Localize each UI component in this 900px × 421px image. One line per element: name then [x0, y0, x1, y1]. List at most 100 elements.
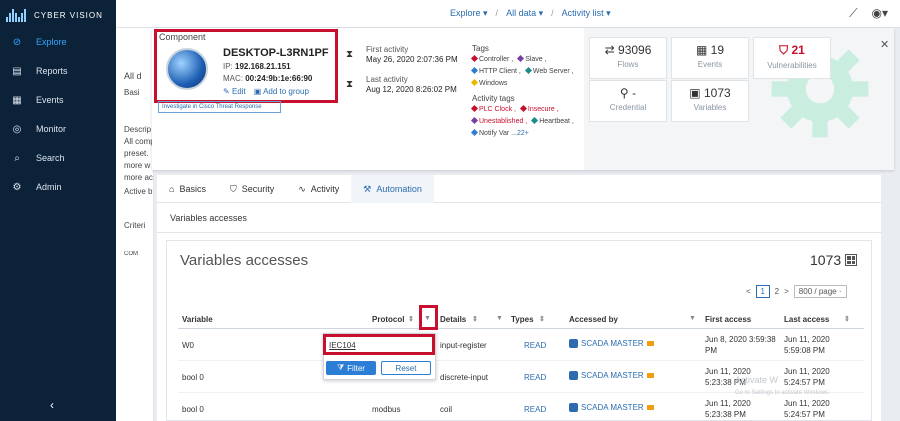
all-data-menu[interactable]: All data ▾ [506, 8, 543, 19]
activity-tag: PLC Clock , [470, 104, 516, 113]
device-icon [569, 403, 578, 412]
accessed-by-link[interactable]: SCADA MASTER [569, 339, 654, 348]
sidebar-item-search[interactable]: ⌕ Search [0, 146, 116, 170]
brand: CYBER VISION [6, 7, 112, 23]
tag: Windows [470, 78, 507, 87]
tag: Controller , [470, 54, 513, 63]
activity-tags-heading: Activity tags [472, 94, 515, 103]
activity-list-menu[interactable]: Activity list ▾ [562, 8, 611, 19]
sort-icon[interactable]: ⇕ [408, 315, 414, 323]
column-header[interactable]: Last access [784, 315, 829, 324]
column-header[interactable]: Protocol [372, 315, 404, 324]
sidebar-item-label: Admin [36, 182, 62, 192]
sidebar-item-label: Monitor [36, 124, 67, 134]
tag: HTTP Client , [470, 66, 521, 75]
tab-security[interactable]: ⛉ Security [218, 175, 286, 203]
filter-icon[interactable]: ▼ [689, 315, 696, 322]
shield-icon: ⛉ [229, 183, 237, 194]
filter-icon[interactable]: ▼ [496, 315, 503, 322]
home-icon: ⌂ [169, 184, 175, 194]
device-icon [569, 371, 578, 380]
column-header[interactable]: Variable [182, 315, 213, 324]
shield-icon: ⛉ [779, 43, 789, 57]
tab-activity[interactable]: ∿ Activity [286, 175, 351, 203]
activity-tag: Insecure , [519, 104, 559, 113]
tab-automation[interactable]: ⚒ Automation [351, 175, 434, 203]
sidebar-item-admin[interactable]: ⚙ Admin [0, 175, 116, 199]
flag-icon [646, 341, 654, 346]
reset-filter-button[interactable]: Reset [381, 361, 431, 375]
flows-icon: ⇄ [604, 43, 615, 57]
sort-icon[interactable]: ⇕ [472, 315, 478, 323]
sort-icon[interactable]: ⇕ [844, 315, 850, 323]
sidebar-item-label: Reports [36, 66, 68, 76]
monitor-icon: ◎ [12, 123, 22, 135]
bg-text: Descrip [124, 125, 152, 134]
page-1-button[interactable]: 1 [755, 285, 770, 298]
close-icon[interactable]: ✕ [880, 38, 889, 51]
column-header[interactable]: Details [440, 315, 466, 324]
sidebar-item-explore[interactable]: ⊘ Explore [0, 30, 116, 54]
collapse-sidebar-button[interactable]: ‹ [50, 398, 54, 412]
accessed-by-link[interactable]: SCADA MASTER [569, 371, 654, 380]
funnel-icon: ⧩ [337, 363, 345, 372]
bg-text: All comp [124, 137, 154, 146]
sidebar-item-events[interactable]: ▦ Events [0, 88, 116, 112]
calendar-icon: ▦ [695, 43, 708, 57]
bg-text: Criteri [124, 221, 146, 230]
column-header[interactable]: Accessed by [569, 315, 618, 324]
top-icons: ⟋ ◉▾ [849, 6, 888, 21]
accessed-by-link[interactable]: SCADA MASTER [569, 403, 654, 412]
chart-icon[interactable]: ⟋ [849, 6, 857, 21]
prev-page-button[interactable]: < [746, 287, 751, 296]
sort-icon[interactable]: ⇕ [539, 315, 545, 323]
key-icon: ⚲ [619, 86, 629, 100]
flows-stat[interactable]: ⇄ 93096 Flows [589, 37, 667, 79]
tag: Web Server , [524, 66, 574, 75]
page-size-select[interactable]: 800 / page · [793, 285, 847, 298]
table-row[interactable]: W0 input-register READ SCADA MASTER Jun … [178, 329, 864, 361]
activity-tag: Notify Var ...22+ [470, 128, 529, 137]
flag-icon [646, 405, 654, 410]
next-page-button[interactable]: > [784, 287, 789, 296]
more-tags-link[interactable]: 22+ [517, 130, 529, 137]
page-2-button[interactable]: 2 [775, 287, 779, 296]
compass-icon: ⊘ [12, 36, 22, 48]
calendar-icon: ▦ [12, 94, 22, 106]
tab-basics[interactable]: ⌂ Basics [157, 175, 218, 203]
column-header[interactable]: Types [511, 315, 534, 324]
events-stat[interactable]: ▦ 19 Events [671, 37, 749, 79]
bg-text: COM [124, 251, 138, 257]
card-count: 1073 [810, 252, 858, 268]
sidebar-item-reports[interactable]: ▤ Reports [0, 59, 116, 83]
investigate-button[interactable]: Investigate in Cisco Threat Response [158, 101, 281, 113]
vulnerabilities-stat[interactable]: ⛉ 21 Vulnerabilities [753, 37, 831, 79]
apply-filter-button[interactable]: ⧩ Filter [326, 361, 376, 375]
protocol-filter-input[interactable] [329, 339, 429, 351]
bg-text: All d [124, 71, 142, 81]
user-icon[interactable]: ◉▾ [872, 6, 889, 21]
sidebar-item-monitor[interactable]: ◎ Monitor [0, 117, 116, 141]
device-icon [569, 339, 578, 348]
app-title: CYBER VISION [34, 10, 103, 20]
tag: Slave , [517, 54, 547, 63]
sidebar: CYBER VISION ⊘ Explore ▤ Reports ▦ Event… [0, 0, 116, 421]
column-header[interactable]: First access [705, 315, 751, 324]
credential-stat[interactable]: ⚲ - Credential [589, 80, 667, 122]
pagination: < 1 2 > 800 / page · [746, 285, 847, 298]
search-icon: ⌕ [14, 152, 20, 164]
activity-icon: ∿ [298, 183, 306, 194]
bg-text: more w [124, 161, 151, 170]
explore-menu[interactable]: Explore ▾ [450, 8, 488, 19]
breadcrumb-separator: / [551, 8, 554, 18]
tags-heading: Tags [472, 44, 489, 53]
section-subtitle: Variables accesses [170, 213, 247, 223]
report-icon: ▤ [12, 65, 22, 77]
variables-stat[interactable]: ▣ 1073 Variables [671, 80, 749, 122]
bg-text: Basi [124, 88, 140, 97]
gear-icon: ⚙ [12, 181, 22, 193]
component-highlight-box [154, 29, 338, 103]
card-title: Variables accesses [180, 252, 309, 269]
divider [157, 232, 881, 233]
bg-text: Active b [124, 187, 153, 196]
